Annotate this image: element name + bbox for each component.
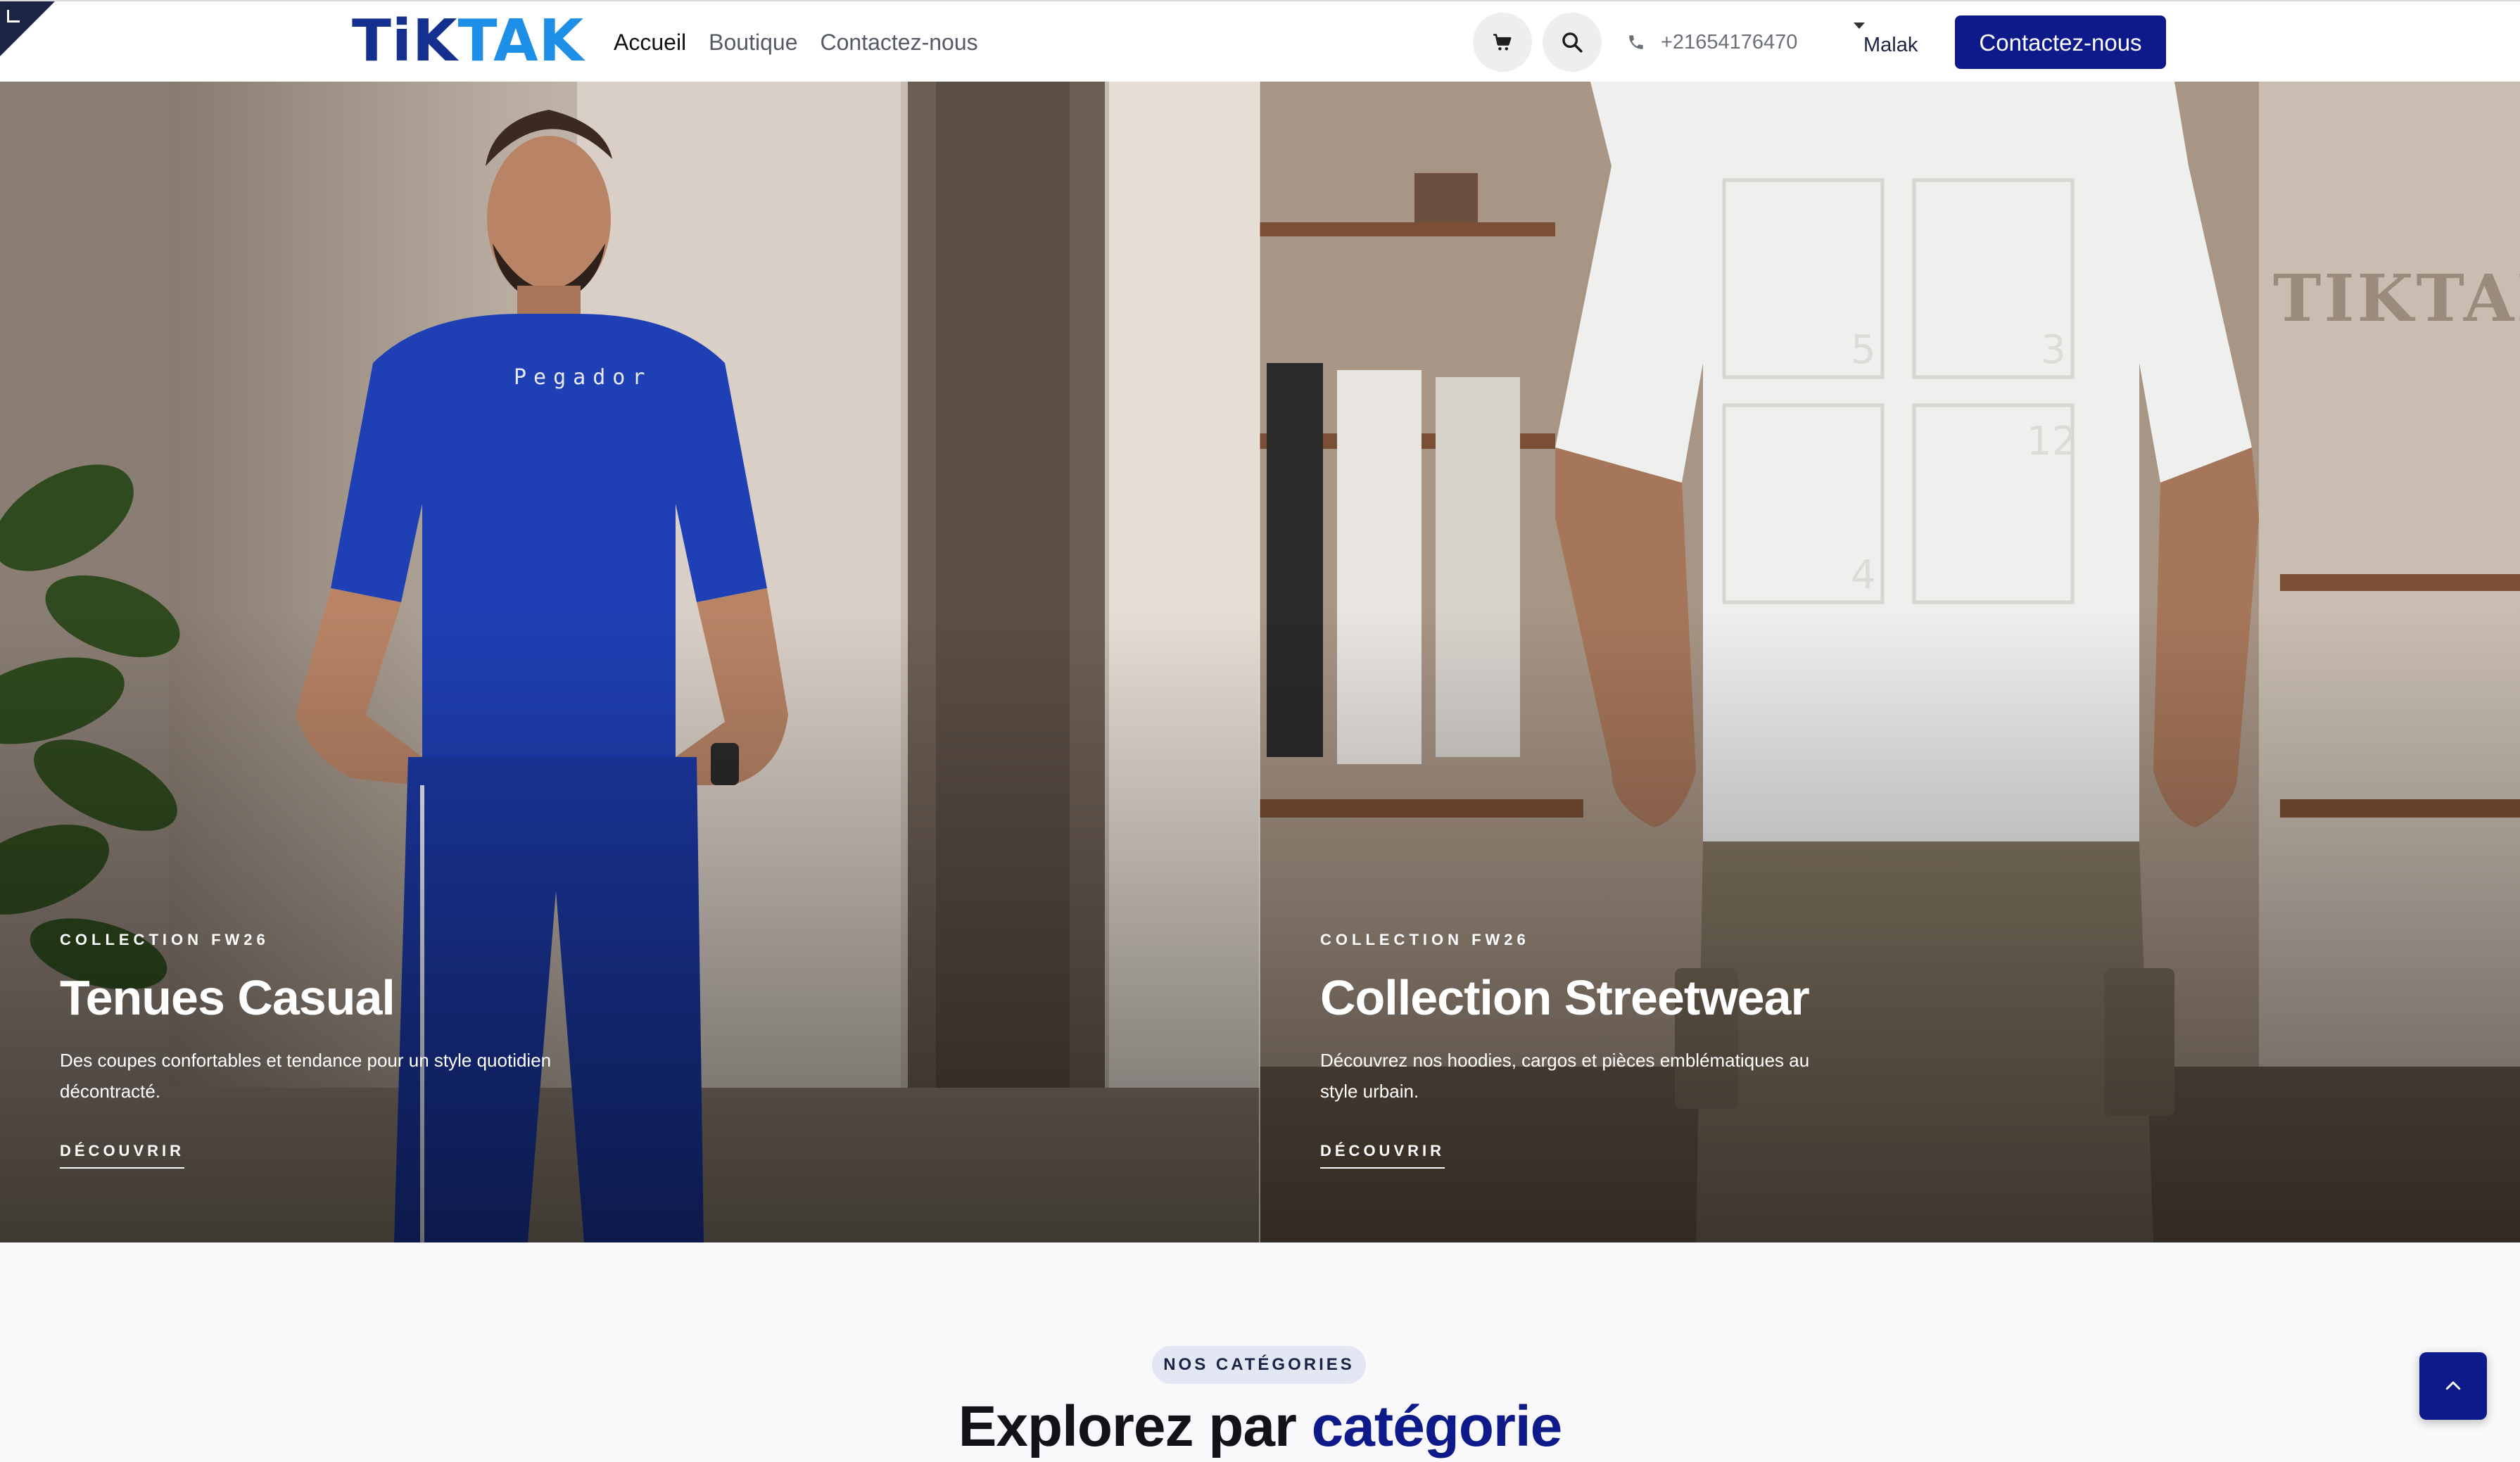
navbar: TiKTAK Accueil Boutique Contactez-nous +… — [0, 0, 2520, 82]
user-name: Malak — [1863, 34, 1918, 56]
svg-text:3: 3 — [2041, 327, 2066, 373]
logo-part1: TiK — [352, 8, 458, 75]
logo-part2: TAK — [457, 8, 585, 75]
cart-icon — [1493, 34, 1512, 51]
discover-link[interactable]: DÉCOUVRIR — [60, 1142, 185, 1169]
discover-link[interactable]: DÉCOUVRIR — [1320, 1142, 1445, 1169]
search-button[interactable] — [1543, 13, 1602, 72]
svg-text:Pegador: Pegador — [514, 365, 652, 390]
hero-title: Collection Streetwear — [1320, 970, 1810, 1025]
hero-banner: Pegador COLLECTION FW26 Tenues Casual De… — [0, 82, 2520, 1242]
scroll-to-top-button[interactable] — [2419, 1352, 2487, 1420]
chevron-up-icon — [2445, 1381, 2461, 1390]
svg-text:12: 12 — [2027, 419, 2077, 464]
hero-caption-casual: COLLECTION FW26 Tenues Casual Des coupes… — [60, 931, 595, 1169]
svg-text:5: 5 — [1851, 327, 1876, 373]
nav-link-contact[interactable]: Contactez-nous — [820, 27, 977, 58]
nav-link-accueil[interactable]: Accueil — [614, 27, 686, 58]
hero-description: Découvrez nos hoodies, cargos et pièces … — [1320, 1050, 1810, 1102]
chevron-down-icon — [1854, 23, 1865, 29]
store-sign: TIKTAK — [2273, 260, 2520, 336]
hero-description: Des coupes confortables et tendance pour… — [60, 1050, 552, 1102]
hero-eyebrow: COLLECTION FW26 — [60, 931, 270, 948]
logo[interactable]: TiKTAK — [352, 11, 584, 72]
search-icon — [1562, 32, 1583, 53]
cart-button[interactable] — [1473, 13, 1532, 72]
hero-caption-streetwear: COLLECTION FW26 Collection Streetwear Dé… — [1320, 931, 1855, 1169]
phone-icon — [1629, 35, 1643, 49]
main-nav: Accueil Boutique Contactez-nous — [614, 27, 978, 58]
hero-title: Tenues Casual — [60, 970, 395, 1025]
hero-divider — [1259, 82, 1260, 1242]
categories-title-plain: Explorez par — [958, 1394, 1312, 1458]
nav-link-boutique[interactable]: Boutique — [709, 27, 797, 58]
categories-title-accent: catégorie — [1311, 1394, 1563, 1458]
svg-text:4: 4 — [1851, 552, 1876, 598]
corner-icon — [7, 10, 20, 23]
hero-slide-streetwear[interactable]: TIKTAK 5 3 — [1260, 82, 2520, 1242]
contact-cta-button[interactable]: Contactez-nous — [1955, 15, 2166, 69]
hero-eyebrow: COLLECTION FW26 — [1320, 931, 1530, 948]
hero-slide-casual[interactable]: Pegador COLLECTION FW26 Tenues Casual De… — [0, 82, 1260, 1242]
categories-pill: NOS CATÉGORIES — [1152, 1346, 1366, 1384]
phone-contact[interactable]: +21654176470 — [1627, 27, 1797, 58]
phone-number: +21654176470 — [1661, 31, 1798, 53]
categories-title: Explorez par catégorie — [0, 1392, 2520, 1462]
